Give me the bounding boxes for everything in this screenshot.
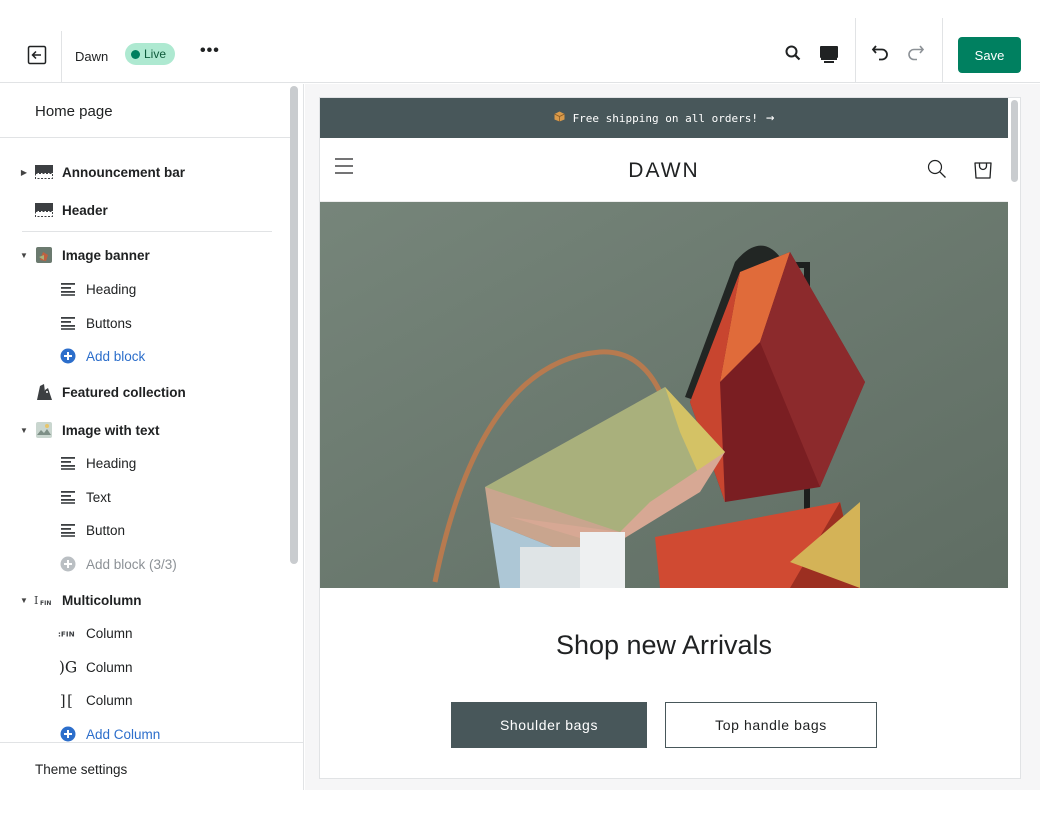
sidebar-item-label: Featured collection xyxy=(62,384,186,400)
sidebar-item-label: Add block xyxy=(86,348,146,364)
sidebar-item-label: Announcement bar xyxy=(62,164,186,180)
shoulder-bags-button[interactable]: Shoulder bags xyxy=(451,702,647,748)
exit-icon xyxy=(27,45,47,65)
text-block-icon xyxy=(58,521,78,539)
preview-scrollbar[interactable] xyxy=(1011,100,1018,182)
sidebar-item-label: Button xyxy=(86,522,126,538)
svg-text::FIN: :FIN xyxy=(58,630,75,639)
text-block-icon xyxy=(58,454,78,472)
add-column-button[interactable]: Add Column xyxy=(58,724,160,744)
image-with-text-thumbnail xyxy=(34,421,54,439)
text-block-icon xyxy=(58,488,78,506)
package-icon xyxy=(553,111,565,125)
sidebar-item-label: Multicolumn xyxy=(62,592,142,608)
store-preview-frame[interactable]: Free shipping on all orders! → DAWN Shop… xyxy=(319,97,1021,779)
plus-circle-icon xyxy=(58,347,78,365)
sidebar-item-label: Buttons xyxy=(86,315,132,331)
section-announcement-bar[interactable]: ▶ Announcement bar xyxy=(0,162,185,182)
banner-heading: Shop new Arrivals xyxy=(555,630,773,660)
sidebar-item-label: Add Column xyxy=(86,726,161,742)
divider xyxy=(855,18,856,83)
add-block-button[interactable]: Add block xyxy=(58,346,145,366)
sidebar-item-label: Header xyxy=(62,202,108,218)
live-badge-label: Live xyxy=(144,47,167,61)
text-block-icon xyxy=(58,280,78,298)
announcement-bar-icon xyxy=(34,163,54,181)
store-header: DAWN xyxy=(320,138,1008,202)
handbags-image xyxy=(320,202,1008,588)
editor-topbar: Dawn Live ••• Save xyxy=(0,18,1040,83)
section-multicolumn[interactable]: ▼ I FIN Multicolumn xyxy=(0,590,142,610)
cart-icon[interactable] xyxy=(972,158,994,180)
column-thumbnail: :FIN xyxy=(58,624,78,642)
divider xyxy=(22,231,272,232)
block-column[interactable]: ][ Column xyxy=(58,690,133,710)
sidebar-item-label: Heading xyxy=(86,281,137,297)
add-block-button-disabled: Add block (3/3) xyxy=(58,554,177,574)
save-button[interactable]: Save xyxy=(958,37,1021,73)
caret-down-icon[interactable]: ▼ xyxy=(18,426,30,435)
block-column[interactable]: :FIN Column xyxy=(58,623,133,643)
caret-down-icon[interactable]: ▼ xyxy=(18,251,30,260)
section-image-banner[interactable]: ▼ Image banner xyxy=(0,245,150,265)
svg-text:)G: )G xyxy=(59,658,77,676)
caret-right-icon[interactable]: ▶ xyxy=(18,168,30,177)
plus-circle-icon xyxy=(58,555,78,573)
arrow-right-icon: → xyxy=(766,110,775,126)
desktop-icon[interactable] xyxy=(818,43,840,65)
section-image-with-text[interactable]: ▼ Image with text xyxy=(0,420,160,440)
block-button[interactable]: Button xyxy=(58,520,125,540)
theme-settings-label: Theme settings xyxy=(35,762,128,777)
more-actions-button[interactable]: ••• xyxy=(200,42,220,60)
page-title: Home page xyxy=(35,103,113,120)
sidebar-item-label: Column xyxy=(86,659,133,675)
sidebar-item-label: Column xyxy=(86,625,133,641)
block-column[interactable]: )G Column xyxy=(58,657,133,677)
column-thumbnail: ][ xyxy=(58,691,78,709)
block-heading[interactable]: Heading xyxy=(58,453,136,473)
image-banner[interactable] xyxy=(320,202,1008,588)
section-header[interactable]: Header xyxy=(0,200,108,220)
divider xyxy=(0,137,290,138)
theme-settings-button[interactable]: Theme settings xyxy=(0,742,304,790)
sidebar-item-label: Image with text xyxy=(62,422,160,438)
search-icon[interactable] xyxy=(927,159,947,179)
announcement-bar[interactable]: Free shipping on all orders! → xyxy=(320,98,1008,138)
sidebar-item-label: Image banner xyxy=(62,247,150,263)
sidebar-scrollbar[interactable] xyxy=(290,86,298,564)
undo-icon[interactable] xyxy=(870,42,892,64)
svg-text:I: I xyxy=(34,594,38,607)
sidebar-item-label: Column xyxy=(86,692,133,708)
header-section-icon xyxy=(34,201,54,219)
sidebar-item-label: Text xyxy=(86,489,111,505)
plus-circle-icon xyxy=(58,725,78,743)
exit-button[interactable] xyxy=(14,31,62,83)
theme-name: Dawn xyxy=(75,49,109,64)
sections-sidebar: Home page ▶ Announcement bar Header ▼ Im… xyxy=(0,84,304,790)
status-dot xyxy=(131,49,140,59)
top-handle-bags-button[interactable]: Top handle bags xyxy=(665,702,877,748)
block-buttons[interactable]: Buttons xyxy=(58,313,132,333)
search-icon[interactable] xyxy=(784,44,802,62)
svg-text:[: [ xyxy=(67,693,73,709)
image-banner-thumbnail xyxy=(34,246,54,264)
section-featured-collection[interactable]: Featured collection xyxy=(0,382,186,402)
live-badge: Live xyxy=(125,43,176,65)
collection-tag-icon xyxy=(34,383,54,401)
block-text[interactable]: Text xyxy=(58,487,111,507)
sidebar-item-label: Heading xyxy=(86,455,137,471)
block-heading[interactable]: Heading xyxy=(58,279,136,299)
sidebar-item-label: Add block (3/3) xyxy=(86,556,177,572)
redo-icon[interactable] xyxy=(904,42,926,64)
announcement-text: Free shipping on all orders! xyxy=(572,111,758,125)
store-logo[interactable]: DAWN xyxy=(320,159,1008,183)
svg-text:]: ] xyxy=(60,693,66,709)
column-thumbnail: )G xyxy=(58,658,78,676)
text-block-icon xyxy=(58,314,78,332)
multicolumn-thumbnail: I FIN xyxy=(34,591,54,609)
caret-down-icon[interactable]: ▼ xyxy=(18,596,30,605)
divider xyxy=(942,18,943,83)
svg-text:FIN: FIN xyxy=(40,600,51,607)
